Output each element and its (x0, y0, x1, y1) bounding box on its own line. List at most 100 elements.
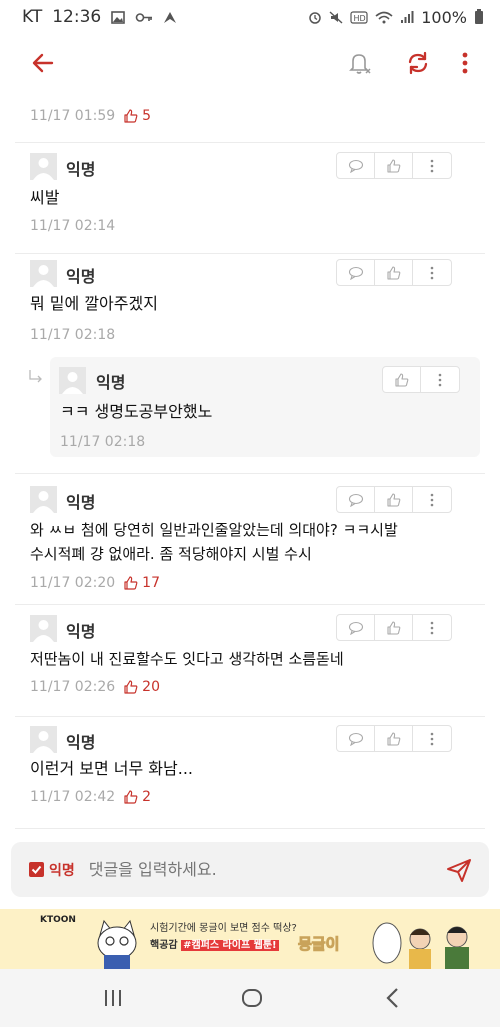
thumbs-up-icon (124, 680, 138, 694)
thumbs-up-icon (124, 576, 138, 590)
more-vertical-icon (430, 266, 434, 279)
comment-more-button[interactable] (413, 260, 451, 285)
speech-bubble-icon (348, 493, 363, 507)
comment-item: 익명 저딴놈이 내 진료할수도 잇다고 생각하면 소름돋네 11/17 02:2… (0, 605, 500, 717)
comment-actions (336, 725, 452, 752)
comment-more-button[interactable] (413, 487, 451, 512)
refresh-icon[interactable] (403, 48, 433, 78)
post-meta: 11/17 01:59 5 (30, 108, 151, 124)
thumbs-up-icon (386, 492, 400, 507)
reply-item: 익명 ㅋㅋ 생명도공부안했노 11/17 02:18 (50, 357, 480, 457)
recent-apps-icon[interactable] (101, 986, 125, 1010)
comment-more-button[interactable] (413, 726, 451, 751)
comment-actions (336, 259, 452, 286)
characters-image (372, 922, 469, 969)
thumbs-up-icon (386, 158, 400, 173)
reply-button[interactable] (337, 487, 375, 512)
comment-input[interactable] (88, 860, 409, 879)
reply-button[interactable] (337, 260, 375, 285)
clock: 12:36 (52, 7, 102, 27)
anonymous-label[interactable]: 익명 (49, 860, 75, 880)
reply-button[interactable] (337, 615, 375, 640)
reply-arrow-icon (29, 370, 42, 383)
like-count: 20 (123, 679, 160, 695)
thumbs-up-icon (386, 731, 400, 746)
app-bar (0, 34, 500, 92)
comment-author: 익명 (66, 493, 96, 512)
more-vertical-icon (438, 373, 442, 386)
mute-icon (329, 10, 343, 24)
like-count: 5 (123, 108, 151, 124)
notifications-off-icon[interactable] (344, 48, 374, 78)
reply-button[interactable] (337, 726, 375, 751)
like-button[interactable] (375, 615, 413, 640)
comment-meta: 11/17 02:14 (30, 218, 115, 234)
comment-author: 익명 (66, 622, 96, 641)
svg-text:HD: HD (354, 14, 366, 23)
system-nav-bar (0, 969, 500, 1027)
comment-meta: 11/17 02:18 (30, 327, 115, 343)
comment-more-button[interactable] (421, 367, 459, 392)
reply-meta: 11/17 02:18 (60, 434, 145, 450)
avatar (59, 367, 86, 394)
comment-item: 익명 이런거 보면 너무 화남... 11/17 02:42 2 (0, 717, 500, 829)
more-vertical-icon (430, 732, 434, 745)
more-vertical-icon[interactable] (452, 48, 478, 78)
avatar (30, 726, 57, 753)
battery-percent: 100% (421, 7, 467, 27)
nav-back-icon[interactable] (381, 986, 405, 1010)
more-vertical-icon (430, 159, 434, 172)
status-bar: KT 12:36 HD 100% (0, 0, 500, 34)
comment-time: 11/17 02:42 (30, 789, 116, 805)
reply-author: 익명 (96, 373, 126, 392)
banner-line2: 핵공감 #캠퍼스 라이프 웹툰! (150, 940, 279, 951)
more-vertical-icon (430, 621, 434, 634)
comment-meta: 11/17 02:42 2 (30, 789, 151, 805)
ad-banner[interactable]: KTOON 시험기간에 몽글이 보면 점수 떡상? 핵공감 #캠퍼스 라이프 웹… (0, 909, 500, 969)
thumbs-up-icon (394, 372, 408, 387)
like-button[interactable] (375, 153, 413, 178)
comment-actions (336, 152, 452, 179)
navigation-icon (164, 11, 177, 23)
banner-brand: KTOON (40, 915, 76, 925)
comment-time: 11/17 02:18 (60, 434, 146, 450)
comment-body-line: 와 ㅆㅂ 첨에 당연히 일반과인줄알았는데 의대야? ㅋㅋ시발 (30, 521, 398, 539)
comment-body: 씨발 (30, 188, 60, 207)
avatar (30, 615, 57, 642)
comment-meta: 11/17 02:20 17 (30, 575, 160, 591)
comment-time: 11/17 01:59 (30, 108, 116, 124)
signal-icon (401, 10, 414, 23)
key-icon (135, 12, 153, 22)
comment-item: 익명 씨발 11/17 02:14 (0, 143, 500, 254)
comment-actions (336, 486, 452, 513)
thumbs-up-icon (386, 620, 400, 635)
thumbs-up-icon (124, 790, 138, 804)
cat-character-image (97, 919, 137, 969)
home-icon[interactable] (240, 986, 264, 1010)
like-button[interactable] (375, 726, 413, 751)
comment-body: 뭐 밑에 깔아주겠지 (30, 294, 158, 313)
comment-item: 익명 와 ㅆㅂ 첨에 당연히 일반과인줄알았는데 의대야? ㅋㅋ시발 수시적폐 … (0, 474, 500, 605)
comment-meta: 11/17 02:26 20 (30, 679, 160, 695)
carrier-label: KT (22, 7, 43, 27)
comment-more-button[interactable] (413, 615, 451, 640)
comment-body: 이런거 보면 너무 화남... (30, 759, 193, 778)
avatar (30, 260, 57, 287)
reply-button[interactable] (337, 153, 375, 178)
back-arrow-icon[interactable] (28, 48, 58, 78)
speech-bubble-icon (348, 266, 363, 280)
like-button[interactable] (383, 367, 421, 392)
anonymous-checkbox[interactable] (29, 862, 44, 877)
comment-more-button[interactable] (413, 153, 451, 178)
checkmark-icon (31, 865, 42, 874)
speech-bubble-icon (348, 621, 363, 635)
image-icon (111, 10, 126, 24)
comment-author: 익명 (66, 733, 96, 752)
reply-actions (382, 366, 460, 393)
send-icon[interactable] (445, 856, 473, 884)
avatar (30, 153, 57, 180)
comment-body-line: 수시적폐 걍 없애라. 좀 적당해야지 시벌 수시 (30, 545, 312, 563)
comment-item: 익명 뭐 밑에 깔아주겠지 11/17 02:18 익명 ㅋㅋ 생명도공부안했노… (0, 254, 500, 474)
like-button[interactable] (375, 260, 413, 285)
like-button[interactable] (375, 487, 413, 512)
